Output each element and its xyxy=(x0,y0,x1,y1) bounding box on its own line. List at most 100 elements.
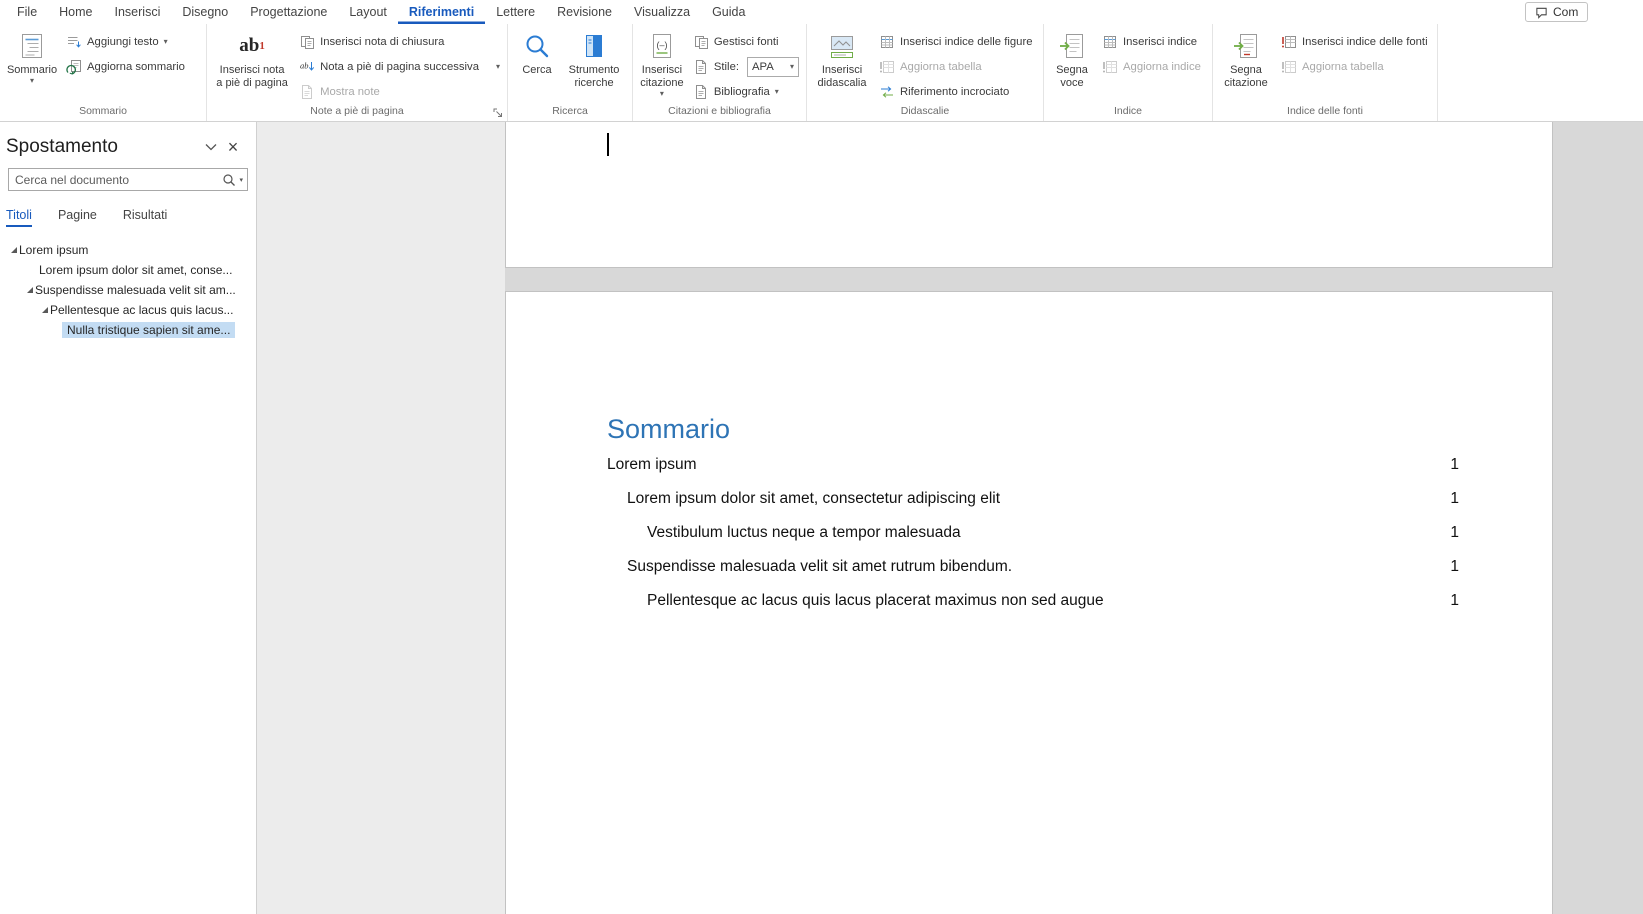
group-body: (–) Inserisci citazione ▾ Gestisci fonti xyxy=(633,24,806,104)
document-area[interactable]: Sommario Lorem ipsum 1 Lorem ipsum dolor… xyxy=(257,122,1643,914)
nota-chiusura-label: Inserisci nota di chiusura xyxy=(320,36,444,48)
menu-tab-progettazione[interactable]: Progettazione xyxy=(239,0,338,24)
ribbon-riferimenti: Sommario ▾ Aggiungi testo ▾ Aggiorna som… xyxy=(0,24,1643,122)
manage-sources-icon xyxy=(693,34,709,50)
expand-triangle-icon[interactable] xyxy=(39,306,50,314)
ribbon-empty-space xyxy=(1438,24,1643,121)
segna-citazione-button[interactable]: Segna citazione xyxy=(1216,26,1276,104)
inserisci-indice-button[interactable]: Inserisci indice xyxy=(1097,29,1206,54)
tree-item[interactable]: Suspendisse malesuada velit sit am... xyxy=(0,280,256,300)
ribbon-group-note: ab1 Inserisci nota a piè di pagina Inser… xyxy=(207,24,508,121)
toc-entry-page: 1 xyxy=(1429,524,1459,542)
aggiorna-indice-label: Aggiorna indice xyxy=(1123,61,1201,73)
ribbon-group-indice: Segna voce Inserisci indice Aggiorna ind… xyxy=(1044,24,1213,121)
inserisci-citazione-button[interactable]: (–) Inserisci citazione ▾ xyxy=(636,26,688,104)
group-body: Cerca Strumento ricerche xyxy=(508,24,632,104)
bibliografia-button[interactable]: Bibliografia ▾ xyxy=(688,79,804,104)
tree-item[interactable]: Pellentesque ac lacus quis lacus... xyxy=(0,300,256,320)
style-select[interactable]: APA ▾ xyxy=(747,57,799,77)
tree-item-label: Lorem ipsum xyxy=(19,243,88,257)
menu-tab-file[interactable]: File xyxy=(6,0,48,24)
tree-item-selected[interactable]: Nulla tristique sapien sit ame... xyxy=(0,320,256,340)
segna-voce-button[interactable]: Segna voce xyxy=(1047,26,1097,104)
menu-tab-layout[interactable]: Layout xyxy=(338,0,398,24)
dialog-launcher-icon[interactable] xyxy=(492,107,504,119)
comments-button-label: Com xyxy=(1553,5,1578,19)
inserisci-nota-button[interactable]: ab1 Inserisci nota a piè di pagina xyxy=(210,26,294,104)
bibliografia-label: Bibliografia xyxy=(714,86,770,98)
toc-entry-text: Lorem ipsum xyxy=(607,456,1429,474)
nav-tab-titoli[interactable]: Titoli xyxy=(6,208,32,227)
menu-tab-disegno[interactable]: Disegno xyxy=(171,0,239,24)
chevron-down-icon[interactable] xyxy=(200,143,222,151)
inserisci-indice-fonti-label: Inserisci indice delle fonti xyxy=(1302,36,1428,48)
ab-sup: 1 xyxy=(259,40,265,52)
inserisci-nota-chiusura-button[interactable]: Inserisci nota di chiusura xyxy=(294,29,505,54)
document-page-1[interactable] xyxy=(505,122,1553,268)
menu-tab-guida[interactable]: Guida xyxy=(701,0,756,24)
toc-entry[interactable]: Lorem ipsum 1 xyxy=(607,448,1459,482)
toc-entry-page: 1 xyxy=(1429,456,1459,474)
cerca-label: Cerca xyxy=(522,64,551,77)
search-icon[interactable] xyxy=(217,173,239,187)
toc-entry[interactable]: Lorem ipsum dolor sit amet, consectetur … xyxy=(607,482,1459,516)
nav-tab-pagine[interactable]: Pagine xyxy=(58,208,97,227)
tree-item[interactable]: Lorem ipsum xyxy=(0,240,256,260)
cerca-button[interactable]: Cerca xyxy=(511,26,563,104)
menu-tab-visualizza[interactable]: Visualizza xyxy=(623,0,701,24)
menu-tab-home[interactable]: Home xyxy=(48,0,103,24)
insert-authorities-icon xyxy=(1281,34,1297,50)
style-icon xyxy=(693,59,709,75)
comments-button[interactable]: Com xyxy=(1525,2,1588,22)
gestisci-fonti-button[interactable]: Gestisci fonti xyxy=(688,29,804,54)
search-input[interactable] xyxy=(9,173,217,187)
chevron-down-icon: ▾ xyxy=(660,90,664,98)
chevron-down-icon: ▾ xyxy=(775,88,779,96)
close-icon[interactable]: × xyxy=(222,139,244,155)
inserisci-indice-fonti-button[interactable]: Inserisci indice delle fonti xyxy=(1276,29,1433,54)
document-page-2[interactable]: Sommario Lorem ipsum 1 Lorem ipsum dolor… xyxy=(505,291,1553,914)
document-search-box: ▾ xyxy=(8,168,248,191)
aggiorna-tabella-fonti-label: Aggiorna tabella xyxy=(1302,61,1384,73)
riferimento-incrociato-button[interactable]: Riferimento incrociato xyxy=(874,79,1038,104)
tree-item-label: Nulla tristique sapien sit ame... xyxy=(62,322,235,338)
tree-item[interactable]: Lorem ipsum dolor sit amet, conse... xyxy=(0,260,256,280)
inserisci-didascalia-label-1: Inserisci xyxy=(822,64,862,77)
expand-triangle-icon[interactable] xyxy=(8,246,19,254)
sommario-small-buttons: Aggiungi testo ▾ Aggiorna sommario xyxy=(61,26,190,79)
inserisci-citazione-label-1: Inserisci xyxy=(642,64,682,77)
toc-entry[interactable]: Vestibulum luctus neque a tempor malesua… xyxy=(607,516,1459,550)
update-table-icon xyxy=(1281,59,1297,75)
endnote-icon xyxy=(299,34,315,50)
strumento-ricerche-button[interactable]: Strumento ricerche xyxy=(563,26,625,104)
inserisci-didascalia-button[interactable]: Inserisci didascalia xyxy=(810,26,874,104)
menu-tab-riferimenti[interactable]: Riferimenti xyxy=(398,0,485,24)
toc-icon xyxy=(18,30,46,62)
search-icon xyxy=(523,30,551,62)
toc-entry[interactable]: Pellentesque ac lacus quis lacus placera… xyxy=(607,584,1459,618)
menu-tab-inserisci[interactable]: Inserisci xyxy=(104,0,172,24)
toc-entry-text: Vestibulum luctus neque a tempor malesua… xyxy=(607,524,1429,542)
segna-voce-label-1: Segna xyxy=(1056,64,1088,77)
update-index-icon xyxy=(1102,59,1118,75)
toc-entry-page: 1 xyxy=(1429,558,1459,576)
aggiorna-sommario-button[interactable]: Aggiorna sommario xyxy=(61,54,190,79)
nota-successiva-button[interactable]: Nota a piè di pagina successiva ▾ xyxy=(294,54,505,79)
tree-item-label: Pellentesque ac lacus quis lacus... xyxy=(50,303,233,317)
search-options-chevron-icon[interactable]: ▾ xyxy=(239,176,247,184)
toc-entry[interactable]: Suspendisse malesuada velit sit amet rut… xyxy=(607,550,1459,584)
aggiungi-testo-button[interactable]: Aggiungi testo ▾ xyxy=(61,29,190,54)
menu-tab-lettere[interactable]: Lettere xyxy=(485,0,546,24)
menu-bar: File Home Inserisci Disegno Progettazion… xyxy=(0,0,1643,24)
indice-small-buttons: Inserisci indice Aggiorna indice xyxy=(1097,26,1206,79)
citazioni-small-buttons: Gestisci fonti Stile: APA ▾ Bibliografia xyxy=(688,26,804,104)
nav-tab-risultati[interactable]: Risultati xyxy=(123,208,167,227)
toc-entry-text: Lorem ipsum dolor sit amet, consectetur … xyxy=(607,490,1429,508)
sommario-button[interactable]: Sommario ▾ xyxy=(3,26,61,104)
inserisci-indice-figure-button[interactable]: Inserisci indice delle figure xyxy=(874,29,1038,54)
add-text-icon xyxy=(66,34,82,50)
expand-triangle-icon[interactable] xyxy=(24,286,35,294)
strumento-label-1: Strumento xyxy=(569,64,620,77)
chevron-down-icon: ▾ xyxy=(164,38,168,46)
menu-tab-revisione[interactable]: Revisione xyxy=(546,0,623,24)
